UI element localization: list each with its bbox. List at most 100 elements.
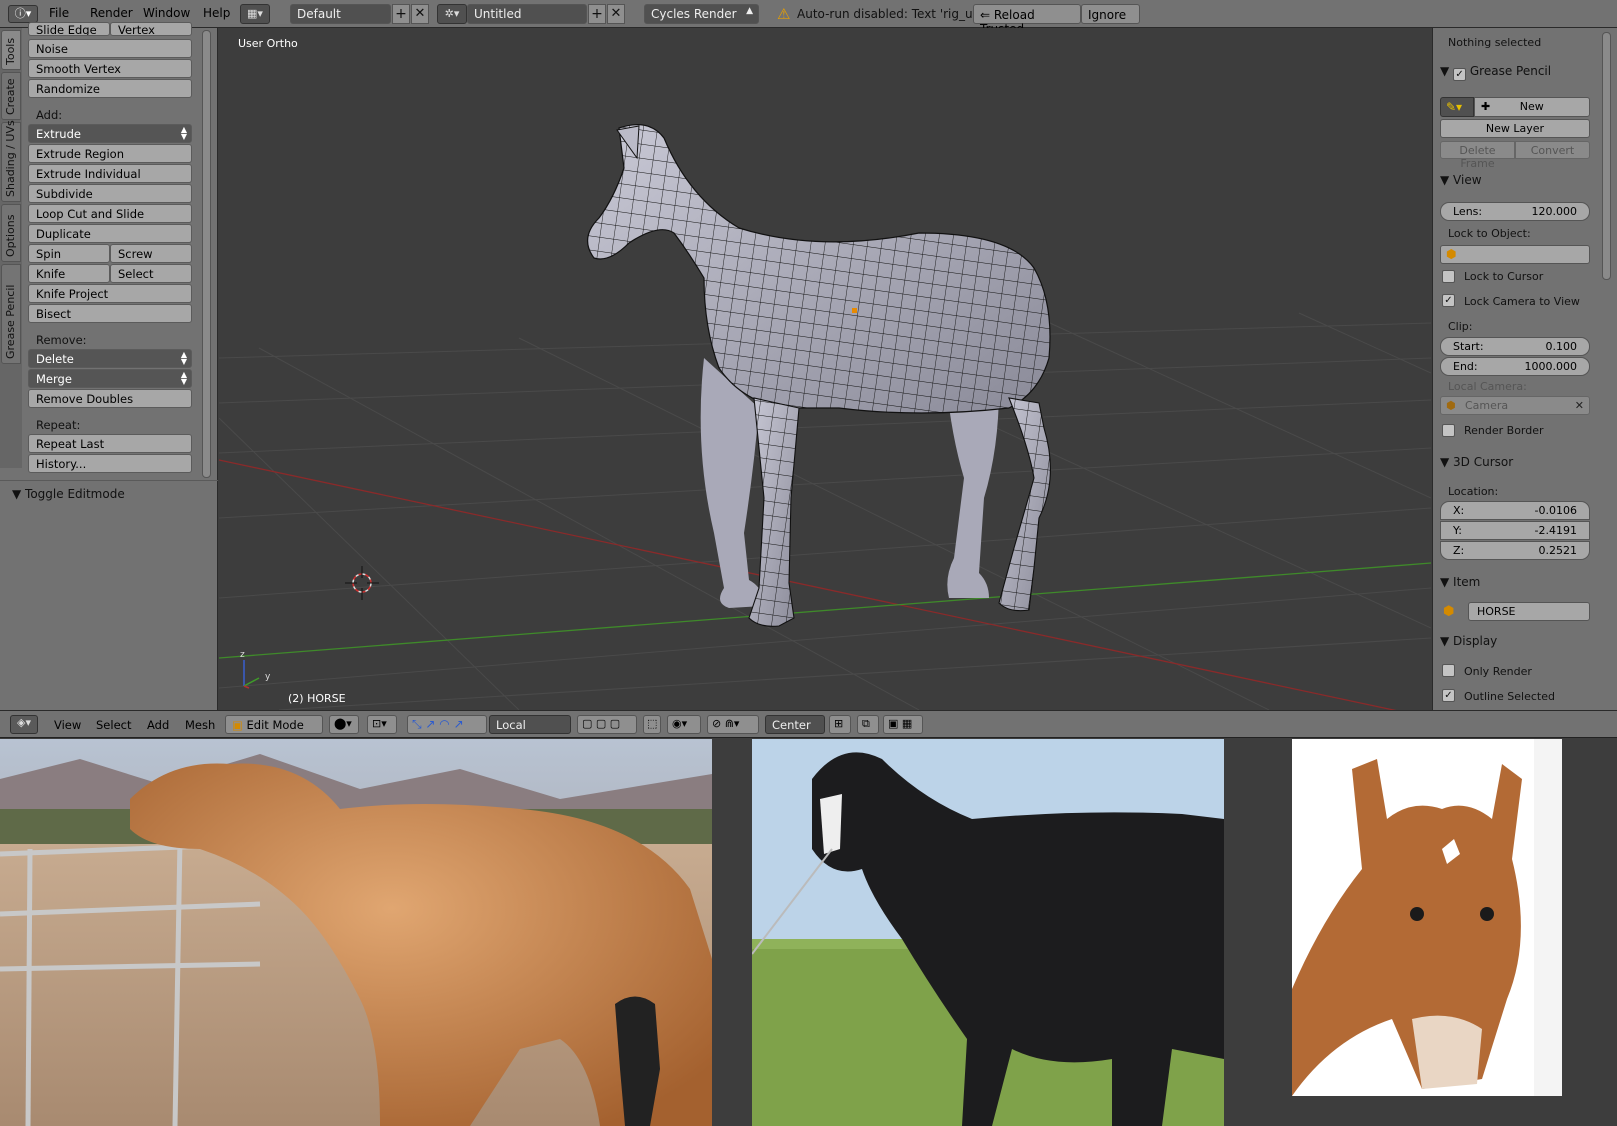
knife-select-button[interactable]: Select bbox=[110, 264, 192, 283]
delete-frame-button[interactable]: Delete Frame bbox=[1440, 141, 1515, 170]
cursor-z-field[interactable]: Z: 0.2521 bbox=[1440, 541, 1590, 560]
3d-viewport[interactable]: User Ortho (2) HORSE z y bbox=[219, 28, 1431, 710]
remove-screen-icon[interactable]: ✕ bbox=[411, 4, 429, 24]
reference-image-pane-2[interactable] bbox=[752, 739, 1224, 1126]
transform-orientation-select[interactable]: Local bbox=[489, 715, 571, 734]
convert-button[interactable]: Convert bbox=[1515, 141, 1590, 159]
cursor-x-field[interactable]: X: -0.0106 bbox=[1440, 501, 1590, 520]
remove-doubles-button[interactable]: Remove Doubles bbox=[28, 389, 192, 408]
viewheader-menu-select[interactable]: Select bbox=[96, 718, 131, 732]
clip-label: Clip: bbox=[1448, 320, 1473, 333]
loop-cut-and-slide-button[interactable]: Loop Cut and Slide bbox=[28, 204, 192, 223]
axis-z-label: z bbox=[240, 650, 245, 660]
tool-shelf-scrollbar[interactable] bbox=[202, 30, 211, 478]
menu-window[interactable]: Window bbox=[143, 6, 190, 20]
scene-icon[interactable]: ✲▾ bbox=[437, 4, 467, 24]
local-camera-field[interactable]: ⬢ Camera ✕ bbox=[1440, 396, 1590, 415]
render-engine-select[interactable]: Cycles Render ▲ bbox=[644, 4, 759, 24]
3d-cursor[interactable] bbox=[345, 566, 379, 600]
lock-camera-checkbox[interactable]: ✓ bbox=[1442, 294, 1455, 307]
extrude-dropdown[interactable]: Extrude ▲ ▼ bbox=[28, 124, 192, 143]
tab-options[interactable]: Options bbox=[1, 204, 21, 262]
editor-type-icon[interactable]: ◈▾ bbox=[10, 715, 38, 734]
grease-pencil-new-button[interactable]: ✚ New bbox=[1474, 97, 1590, 117]
grease-pencil-panel-header[interactable]: ▼ ✓ Grease Pencil bbox=[1440, 64, 1551, 81]
bisect-button[interactable]: Bisect bbox=[28, 304, 192, 323]
mode-select[interactable]: ▣ Edit Mode bbox=[225, 715, 323, 734]
delete-dropdown[interactable]: Delete ▲ ▼ bbox=[28, 349, 192, 368]
reference-image-pane-1[interactable] bbox=[0, 739, 712, 1126]
extrude-region-button[interactable]: Extrude Region bbox=[28, 144, 192, 163]
slide-edge-button[interactable]: Slide Edge bbox=[28, 22, 110, 36]
add-screen-icon[interactable]: + bbox=[392, 4, 410, 24]
grease-pencil-checkbox[interactable]: ✓ bbox=[1453, 68, 1467, 81]
scene-field[interactable]: Untitled bbox=[467, 4, 587, 24]
menu-help[interactable]: Help bbox=[203, 6, 230, 20]
toggle-editmode-panel[interactable]: ▼ Toggle Editmode bbox=[12, 487, 125, 501]
proportional-edit-icon[interactable]: ◉▾ bbox=[667, 715, 701, 734]
history-button[interactable]: History... bbox=[28, 454, 192, 473]
spin-button[interactable]: Spin bbox=[28, 244, 110, 263]
randomize-button[interactable]: Randomize bbox=[28, 79, 192, 98]
info-editor-icon[interactable]: ⓘ▾ bbox=[8, 5, 38, 23]
item-panel-header[interactable]: ▼ Item bbox=[1440, 575, 1480, 589]
horse-mesh[interactable] bbox=[587, 124, 1051, 627]
extrude-individual-button[interactable]: Extrude Individual bbox=[28, 164, 192, 183]
item-name-field[interactable]: HORSE bbox=[1468, 602, 1590, 621]
menu-render[interactable]: Render bbox=[90, 6, 133, 20]
viewheader-menu-add[interactable]: Add bbox=[147, 718, 169, 732]
render-border-checkbox[interactable] bbox=[1442, 424, 1455, 437]
duplicate-button[interactable]: Duplicate bbox=[28, 224, 192, 243]
knife-button[interactable]: Knife bbox=[28, 264, 110, 283]
snap-element-icon[interactable]: ⊞ bbox=[829, 715, 851, 734]
clip-end-field[interactable]: End: 1000.000 bbox=[1440, 357, 1590, 376]
remove-scene-icon[interactable]: ✕ bbox=[607, 4, 625, 24]
knife-project-button[interactable]: Knife Project bbox=[28, 284, 192, 303]
grease-pencil-datablock-icon[interactable]: ✎▾ bbox=[1440, 97, 1474, 117]
manipulator-icons[interactable]: ⤡ ↗ ◠ ↗ bbox=[407, 715, 487, 734]
merge-dropdown[interactable]: Merge ▲ ▼ bbox=[28, 369, 192, 388]
ignore-button[interactable]: Ignore bbox=[1081, 4, 1140, 24]
smooth-vertex-button[interactable]: Smooth Vertex bbox=[28, 59, 192, 78]
lens-field[interactable]: Lens: 120.000 bbox=[1440, 202, 1590, 221]
view-panel-header[interactable]: ▼ View bbox=[1440, 173, 1482, 187]
vertex-button[interactable]: Vertex bbox=[110, 22, 192, 36]
limit-selection-icon[interactable]: ⬚ bbox=[643, 715, 661, 734]
opengl-render-icon[interactable]: ⧉ bbox=[857, 715, 879, 734]
display-panel-header[interactable]: ▼ Display bbox=[1440, 634, 1497, 648]
3d-cursor-panel-header[interactable]: ▼ 3D Cursor bbox=[1440, 455, 1513, 469]
viewport-scene bbox=[219, 124, 1431, 710]
lock-to-cursor-checkbox[interactable] bbox=[1442, 270, 1455, 283]
snap-target-select[interactable]: Center bbox=[765, 715, 825, 734]
only-render-checkbox[interactable] bbox=[1442, 664, 1455, 677]
new-layer-button[interactable]: New Layer bbox=[1440, 119, 1590, 138]
screen-layout-icon[interactable]: ▦▾ bbox=[240, 4, 270, 24]
clip-start-field[interactable]: Start: 0.100 bbox=[1440, 337, 1590, 356]
noise-button[interactable]: Noise bbox=[28, 39, 192, 58]
snap-icons[interactable]: ⊘ ⋒▾ bbox=[707, 715, 759, 734]
screw-button[interactable]: Screw bbox=[110, 244, 192, 263]
n-panel-scrollbar[interactable] bbox=[1602, 32, 1611, 280]
reference-image-pane-3[interactable] bbox=[1292, 739, 1562, 1126]
cursor-y-field[interactable]: Y: -2.4191 bbox=[1440, 521, 1590, 540]
clear-icon[interactable]: ✕ bbox=[1575, 399, 1584, 412]
lock-object-field[interactable]: ⬢ bbox=[1440, 245, 1590, 264]
screen-layout-field[interactable]: Default bbox=[290, 4, 391, 24]
pivot-point-icon[interactable]: ⊡▾ bbox=[367, 715, 397, 734]
select-mode-icons[interactable]: ▢ ▢ ▢ bbox=[577, 715, 637, 734]
viewheader-menu-mesh[interactable]: Mesh bbox=[185, 718, 215, 732]
render-camera-icons[interactable]: ▣ ▦ bbox=[883, 715, 923, 734]
reload-trusted-button[interactable]: ⇐ Reload Trusted bbox=[973, 4, 1081, 36]
tab-shading-uvs[interactable]: Shading / UVs bbox=[1, 120, 21, 202]
tab-grease-pencil[interactable]: Grease Pencil bbox=[1, 264, 21, 364]
subdivide-button[interactable]: Subdivide bbox=[28, 184, 192, 203]
tab-tools[interactable]: Tools bbox=[1, 30, 21, 70]
tab-create[interactable]: Create bbox=[1, 72, 21, 120]
panel-expand-icon: ▼ bbox=[12, 487, 26, 501]
viewheader-menu-view[interactable]: View bbox=[54, 718, 81, 732]
add-scene-icon[interactable]: + bbox=[588, 4, 606, 24]
menu-file[interactable]: File bbox=[49, 6, 69, 20]
outline-selected-checkbox[interactable]: ✓ bbox=[1442, 689, 1455, 702]
viewport-shading-icon[interactable]: ⬤▾ bbox=[329, 715, 359, 734]
repeat-last-button[interactable]: Repeat Last bbox=[28, 434, 192, 453]
